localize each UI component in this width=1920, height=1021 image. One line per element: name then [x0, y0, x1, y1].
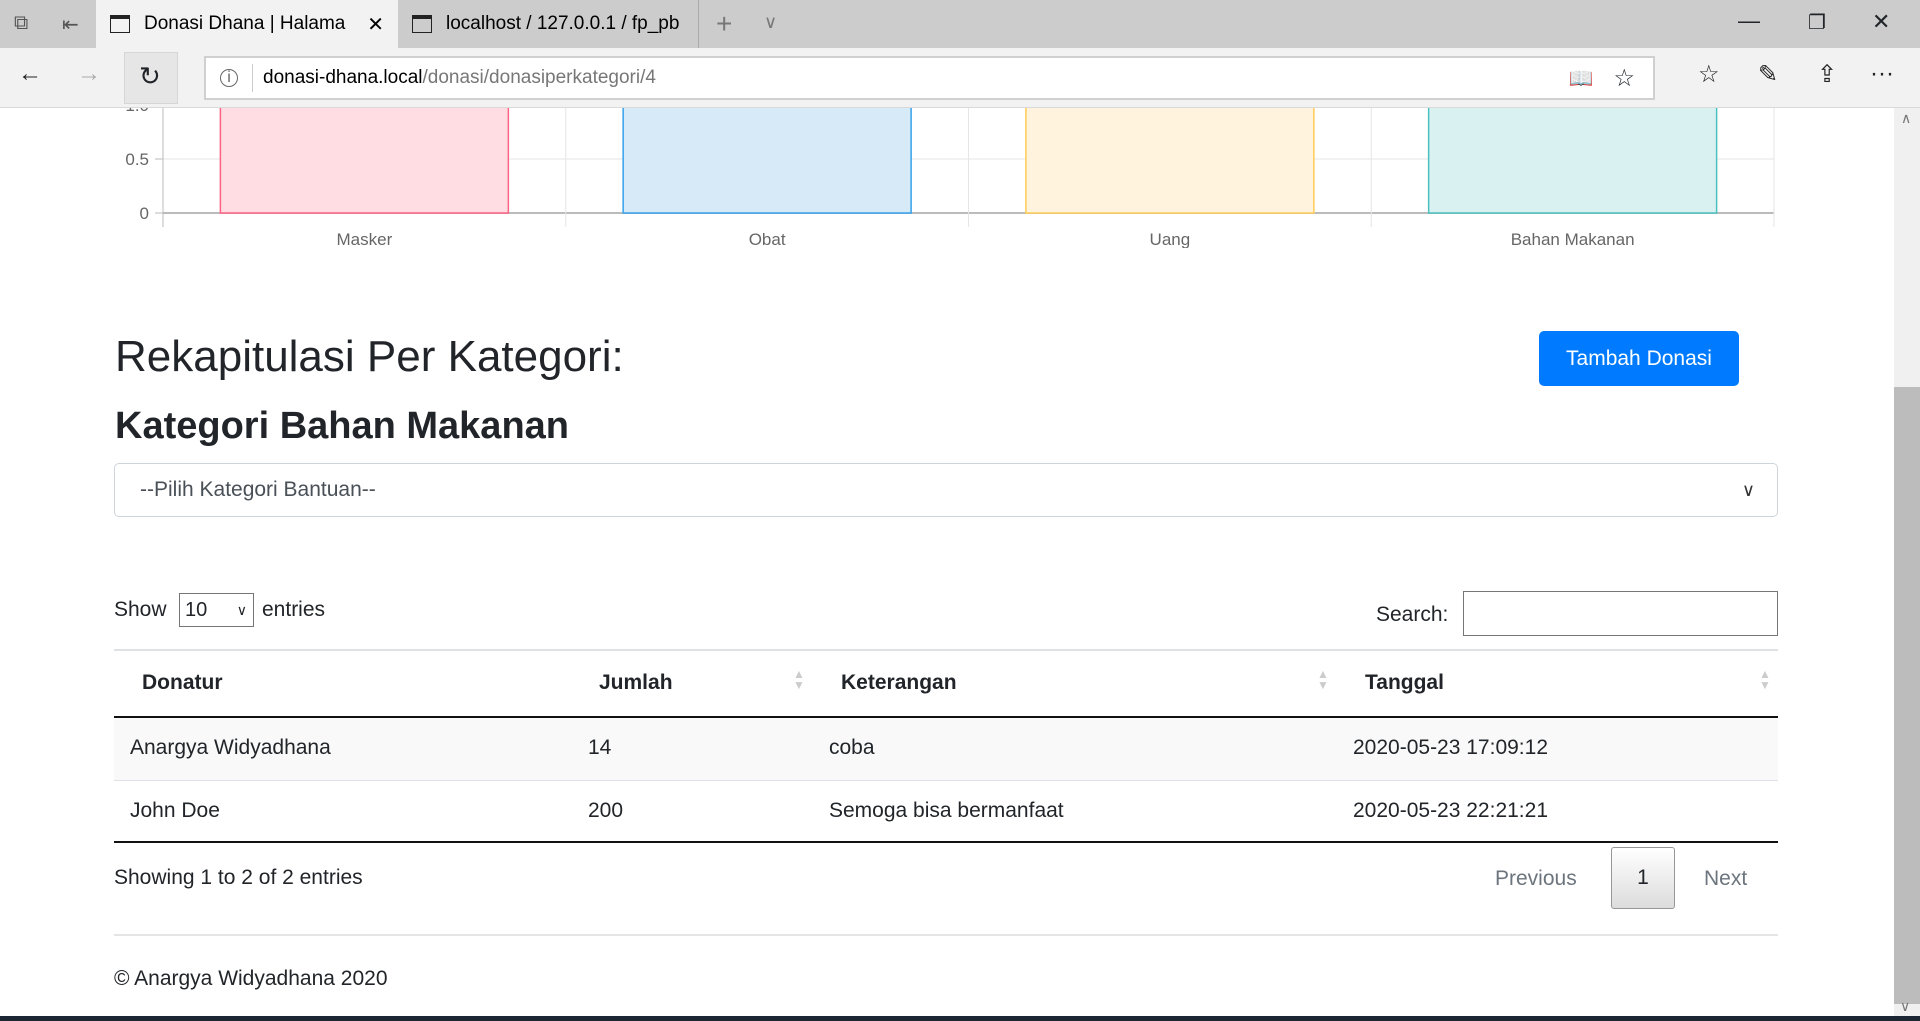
cell-jumlah: 200: [588, 799, 624, 822]
page-title: Rekapitulasi Per Kategori:: [115, 332, 624, 381]
tab-bar: ⧉ ⇤ Donasi Dhana | Halama ✕ localhost / …: [0, 0, 1920, 48]
set-aside-tabs-icon[interactable]: ⇤: [62, 12, 79, 37]
url-path: /donasi/donasiperkategori/4: [422, 67, 656, 88]
close-tab-icon[interactable]: ✕: [367, 12, 384, 37]
page-1-button[interactable]: 1: [1611, 847, 1675, 909]
page-length-value: 10: [185, 598, 208, 621]
y-tick-label: 0.5: [125, 150, 149, 169]
share-icon[interactable]: ⇪: [1817, 60, 1837, 89]
table-info: Showing 1 to 2 of 2 entries: [114, 866, 363, 889]
reading-view-icon[interactable]: 📖: [1569, 66, 1594, 91]
favorites-list-icon[interactable]: ☆: [1698, 60, 1720, 89]
sort-icon[interactable]: ▲ ▼: [1759, 668, 1771, 691]
x-tick-label: Obat: [749, 230, 786, 248]
footer-copyright: © Anargya Widyadhana 2020: [114, 967, 388, 990]
column-header-tanggal[interactable]: Tanggal: [1365, 671, 1444, 695]
entries-label: entries: [262, 598, 326, 621]
y-tick-label: 0: [140, 204, 149, 223]
bar-obat: [622, 108, 912, 214]
show-label: Show: [114, 598, 167, 621]
bar-masker: [219, 108, 510, 214]
cell-keterangan: Semoga bisa bermanfaat: [829, 799, 1064, 822]
add-donation-button[interactable]: Tambah Donasi: [1539, 331, 1739, 386]
scroll-down-icon[interactable]: ∨: [1900, 998, 1910, 1015]
search-input[interactable]: [1463, 591, 1778, 636]
tab-title: localhost / 127.0.0.1 / fp_pb: [446, 13, 680, 34]
pen-icon[interactable]: ✎: [1758, 60, 1778, 89]
chevron-down-icon: ∨: [236, 601, 247, 618]
bar-uang: [1025, 108, 1315, 214]
page-icon: [110, 15, 130, 33]
back-icon[interactable]: ←: [18, 60, 42, 88]
page-icon: [412, 15, 432, 33]
bar-bahan-makanan: [1427, 108, 1718, 214]
tab-donasi[interactable]: Donasi Dhana | Halama ✕: [96, 0, 398, 48]
new-tab-icon[interactable]: +: [716, 8, 732, 40]
chevron-down-icon: ∨: [1741, 479, 1755, 500]
next-page-button[interactable]: Next: [1704, 867, 1747, 891]
cell-donatur: John Doe: [130, 799, 220, 822]
tab-localhost[interactable]: localhost / 127.0.0.1 / fp_pb: [398, 0, 699, 48]
category-select[interactable]: --Pilih Kategori Bantuan-- ∨: [114, 463, 1778, 517]
cell-tanggal: 2020-05-23 17:09:12: [1353, 736, 1548, 759]
previous-page-button[interactable]: Previous: [1495, 867, 1577, 891]
table-row: Anargya Widyadhana 14 coba 2020-05-23 17…: [114, 718, 1778, 780]
footer-divider: [114, 934, 1778, 936]
taskbar: [0, 1016, 1920, 1021]
cell-tanggal: 2020-05-23 22:21:21: [1353, 799, 1548, 822]
info-icon[interactable]: i: [220, 69, 238, 87]
favorite-star-icon[interactable]: ☆: [1613, 64, 1635, 93]
x-tick-label: Uang: [1150, 230, 1191, 248]
y-tick-label: 1.0: [125, 108, 149, 115]
column-header-donatur[interactable]: Donatur: [142, 671, 223, 695]
url-host: donasi-dhana.local: [263, 67, 423, 88]
restore-icon[interactable]: ❐: [1808, 10, 1826, 35]
x-tick-label: Bahan Makanan: [1511, 230, 1635, 248]
address-bar[interactable]: i donasi-dhana.local/donasi/donasiperkat…: [204, 56, 1655, 100]
chevron-down-icon[interactable]: ∨: [764, 12, 777, 33]
tab-manager-icon[interactable]: ⧉: [14, 12, 28, 35]
cell-keterangan: coba: [829, 736, 875, 759]
category-select-value: --Pilih Kategori Bantuan--: [140, 478, 376, 501]
x-tick-label: Masker: [337, 230, 393, 248]
sort-icon[interactable]: ▲ ▼: [793, 668, 805, 691]
page-length-select[interactable]: 10 ∨: [179, 593, 254, 627]
cell-donatur: Anargya Widyadhana: [130, 736, 331, 759]
category-title: Kategori Bahan Makanan: [115, 405, 569, 447]
refresh-icon: ↻: [139, 61, 161, 91]
bar-chart: 0 0.5 1.0 Masker Obat Uang Bahan Makanan: [125, 108, 1775, 248]
tab-title: Donasi Dhana | Halama: [144, 13, 346, 34]
cell-jumlah: 14: [588, 736, 612, 759]
close-window-icon[interactable]: ✕: [1872, 9, 1890, 35]
column-header-keterangan[interactable]: Keterangan: [841, 671, 957, 695]
scrollbar-thumb[interactable]: [1894, 387, 1920, 1004]
more-icon[interactable]: ···: [1870, 60, 1894, 88]
minimize-icon[interactable]: —: [1738, 8, 1760, 34]
sort-icon[interactable]: ▲ ▼: [1317, 668, 1329, 691]
forward-icon[interactable]: →: [77, 60, 101, 88]
browser-toolbar: ← → ↻ i donasi-dhana.local/donasi/donasi…: [0, 48, 1920, 108]
refresh-button[interactable]: ↻: [124, 52, 178, 104]
column-header-jumlah[interactable]: Jumlah: [599, 671, 673, 695]
scroll-up-icon[interactable]: ∧: [1901, 110, 1911, 127]
search-label: Search:: [1376, 603, 1449, 626]
donation-table: Donatur Jumlah ▲ ▼ Keterangan ▲ ▼ Tanggal …: [114, 649, 1778, 843]
table-row: John Doe 200 Semoga bisa bermanfaat 2020…: [114, 780, 1778, 842]
